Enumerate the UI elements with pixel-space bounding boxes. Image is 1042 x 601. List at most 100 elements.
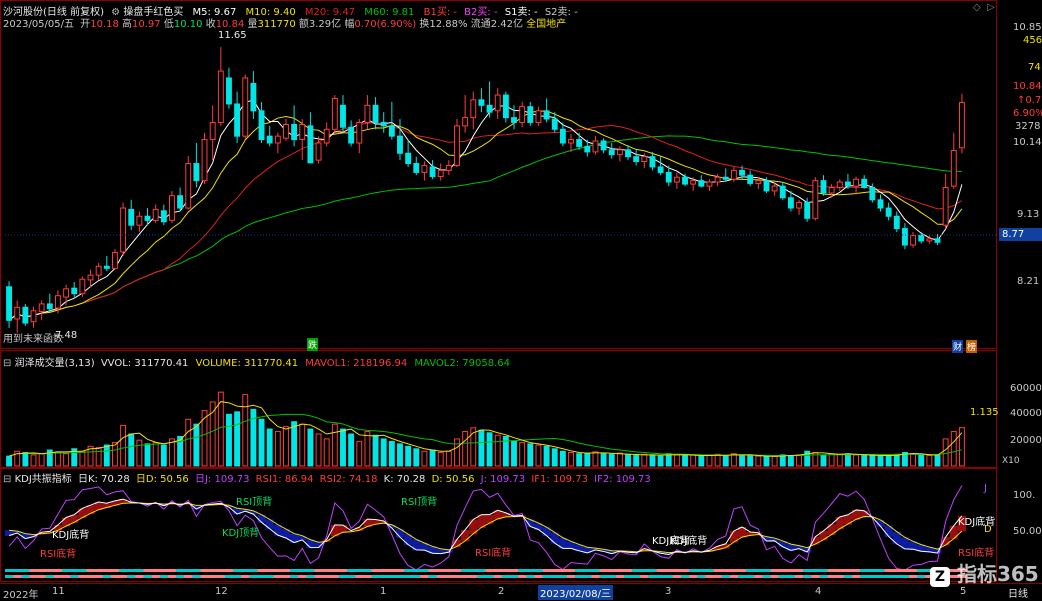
candle-body <box>853 178 859 187</box>
low-value: 10.10 <box>173 19 203 30</box>
volume-bar <box>348 433 355 467</box>
stock-chart[interactable] <box>0 0 1042 600</box>
kdj-annotation: RSI底背 <box>958 548 995 559</box>
status-strip-upper <box>656 569 665 572</box>
candle-body <box>274 135 281 144</box>
candle-body <box>942 187 949 226</box>
current-price-marker: 8.77 <box>999 228 1042 241</box>
candle-body <box>836 181 843 189</box>
status-strip-lower <box>705 575 714 578</box>
candle-body <box>844 181 851 187</box>
status-strip-upper <box>501 569 511 572</box>
status-strip-upper <box>917 569 926 572</box>
status-strip-lower <box>94 575 104 578</box>
volume-bar <box>926 455 933 467</box>
status-strip-upper <box>420 569 429 572</box>
volume-bar <box>226 413 232 467</box>
candle-body <box>177 195 184 209</box>
volume-bar <box>828 453 835 467</box>
ranking-badge[interactable]: 榜 <box>966 340 978 353</box>
diamond-icon[interactable]: ◇ <box>973 2 981 13</box>
finance-badge[interactable]: 财 <box>952 340 964 353</box>
status-strip-upper <box>876 569 885 572</box>
status-strip-upper <box>884 569 894 572</box>
status-strip-upper <box>615 569 625 572</box>
status-strip-upper <box>70 569 79 572</box>
max-price-marker: 11.65 <box>218 30 247 41</box>
kdj-title[interactable]: KDJ共振指标 <box>15 474 72 485</box>
status-strip-upper <box>632 569 641 572</box>
candle-body <box>388 125 395 137</box>
candle-body <box>63 288 70 298</box>
status-strip-upper <box>62 569 71 572</box>
j-value: J: 109.73 <box>480 474 526 485</box>
candle-body <box>502 94 509 119</box>
volume-bar <box>120 424 127 467</box>
status-strip-upper <box>689 569 698 572</box>
status-strip-lower <box>509 575 519 578</box>
candle-body <box>584 145 591 153</box>
status-strip-lower <box>338 575 348 578</box>
volume-bar <box>421 450 428 467</box>
volume-bar <box>274 431 281 467</box>
candle-body <box>576 139 583 147</box>
candle-body <box>454 125 460 167</box>
mavol1-value: MAVOL1: 218196.94 <box>305 358 408 369</box>
candle-body <box>535 110 542 123</box>
volume-bar <box>445 450 452 467</box>
status-strip-lower <box>298 575 307 578</box>
status-strip-upper <box>37 569 47 572</box>
kdj-panel-icon[interactable]: ⊟ <box>3 474 11 485</box>
volume-bar <box>608 453 615 467</box>
candle-body <box>201 139 208 182</box>
status-strip-lower <box>347 575 356 578</box>
volume-ratio: 1.135 <box>970 407 999 418</box>
candle-body <box>877 199 884 209</box>
collapse-right-icon[interactable]: ▷ <box>987 2 995 13</box>
status-strip-lower <box>794 575 804 578</box>
volume-bar <box>201 410 208 467</box>
candle-body <box>730 169 737 180</box>
status-strip-upper <box>599 569 608 572</box>
volume-bar <box>747 455 754 467</box>
status-strip-lower <box>697 575 706 578</box>
status-strip-lower <box>632 575 641 578</box>
candle-body <box>657 166 664 173</box>
volume-bar <box>641 453 648 467</box>
candle-body <box>112 252 118 269</box>
status-strip-upper <box>167 569 177 572</box>
candle-body <box>755 180 762 184</box>
status-strip-upper <box>412 569 421 572</box>
status-strip-upper <box>721 569 731 572</box>
status-strip-lower <box>273 575 283 578</box>
volume-bar <box>405 445 412 467</box>
volume-title[interactable]: 润泽成交量(3,13) <box>15 358 95 369</box>
volume-bar <box>144 443 151 467</box>
period-selector[interactable]: 日线 <box>1008 585 1028 600</box>
status-strip-upper <box>729 569 739 572</box>
volume-bar <box>291 421 298 467</box>
volume-bar <box>6 455 13 467</box>
volume-bar <box>30 454 37 467</box>
status-strip-lower <box>151 575 161 578</box>
status-strip-lower <box>224 575 234 578</box>
volume-bar <box>486 432 493 467</box>
volume-bar <box>413 448 420 467</box>
time-label: 5 <box>960 586 967 597</box>
candle-body <box>54 295 61 309</box>
candle-body <box>934 238 941 243</box>
industry-value[interactable]: 全国地产 <box>526 19 566 30</box>
status-strip-lower <box>176 575 185 578</box>
mavol2-line <box>8 413 963 457</box>
status-strip-upper <box>485 569 494 572</box>
status-strip-lower <box>680 575 690 578</box>
status-strip-upper <box>290 569 299 572</box>
volume-bar <box>796 454 802 467</box>
candle-body <box>136 215 143 226</box>
status-strip-upper <box>151 569 161 572</box>
fall-marker[interactable]: 跌 <box>307 338 319 351</box>
status-strip-upper <box>135 569 144 572</box>
volume-panel-icon[interactable]: ⊟ <box>3 358 11 369</box>
status-strip-lower <box>412 575 421 578</box>
volume-bar <box>340 428 346 467</box>
